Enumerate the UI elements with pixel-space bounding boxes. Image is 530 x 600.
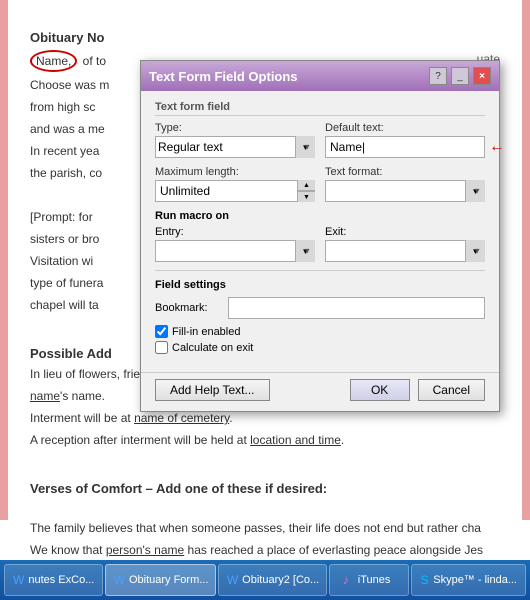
taskbar-itunes-icon: ♪: [338, 572, 354, 588]
dialog-minimize-button[interactable]: _: [451, 67, 469, 85]
taskbar-item-skype[interactable]: S Skype™ - linda...: [411, 564, 526, 596]
max-length-input-wrapper: ▲ ▼: [155, 180, 315, 202]
taskbar-label-skype: Skype™ - linda...: [433, 574, 517, 586]
fill-in-label: Fill-in enabled: [172, 326, 240, 338]
taskbar-label-itunes: iTunes: [358, 574, 391, 586]
max-length-label: Maximum length:: [155, 166, 315, 178]
text-form-field-section: Text form field: [155, 101, 485, 116]
max-length-down-arrow[interactable]: ▼: [297, 191, 315, 202]
type-label: Type:: [155, 122, 315, 134]
maxlen-col: Maximum length: ▲ ▼: [155, 166, 315, 202]
macro-row: Entry: ▼ Exit: ▼: [155, 226, 485, 262]
fill-in-checkbox[interactable]: [155, 325, 168, 338]
doc-location: location and time: [250, 433, 341, 447]
bookmark-input[interactable]: [228, 297, 485, 319]
entry-label: Entry:: [155, 226, 315, 238]
dialog-controls: ? _ ×: [429, 67, 491, 85]
entry-select-wrapper: ▼: [155, 240, 315, 262]
type-col: Type: Regular text ▼: [155, 122, 315, 158]
field-settings-label: Field settings: [155, 279, 485, 291]
entry-select[interactable]: [155, 240, 315, 262]
dialog-close-button[interactable]: ×: [473, 67, 491, 85]
type-select[interactable]: Regular text: [155, 136, 315, 158]
taskbar-word-icon-1: W: [13, 572, 24, 588]
doc-person: We know that person's name has reached a…: [30, 541, 500, 559]
dialog-titlebar: Text Form Field Options ? _ ×: [141, 61, 499, 91]
dialog-footer: Add Help Text... OK Cancel: [141, 372, 499, 411]
taskbar-skype-icon: S: [420, 572, 429, 588]
exit-select[interactable]: [325, 240, 485, 262]
doc-family: The family believes that when someone pa…: [30, 519, 500, 537]
dialog-body: Text form field Type: Regular text ▼ Def…: [141, 91, 499, 372]
maxlen-textformat-row: Maximum length: ▲ ▼ Text format: ▼: [155, 166, 485, 202]
text-format-select-wrapper: ▼: [325, 180, 485, 202]
doc-person-highlight: person's name: [106, 543, 184, 557]
entry-col: Entry: ▼: [155, 226, 315, 262]
text-format-dropdown-arrow[interactable]: ▼: [465, 180, 485, 202]
ok-button[interactable]: OK: [350, 379, 410, 401]
type-select-wrapper: Regular text ▼: [155, 136, 315, 158]
max-length-up-arrow[interactable]: ▲: [297, 180, 315, 191]
text-format-select[interactable]: [325, 180, 485, 202]
dialog-help-button[interactable]: ?: [429, 67, 447, 85]
default-text-col: Default text: ←: [325, 122, 485, 158]
bookmark-row: Bookmark:: [155, 297, 485, 319]
text-format-label: Text format:: [325, 166, 485, 178]
taskbar-label-minutes: nutes ExCo...: [28, 574, 94, 586]
taskbar-label-obit2: Obituary2 [Co...: [242, 574, 319, 586]
taskbar-item-itunes[interactable]: ♪ iTunes: [329, 564, 409, 596]
calculate-label: Calculate on exit: [172, 342, 253, 354]
taskbar-item-minutes[interactable]: W nutes ExCo...: [4, 564, 103, 596]
add-help-text-button[interactable]: Add Help Text...: [155, 379, 270, 401]
default-text-label: Default text:: [325, 122, 485, 134]
doc-cemetery: name of cemetery: [134, 411, 229, 425]
exit-select-wrapper: ▼: [325, 240, 485, 262]
doc-heading-verses: Verses of Comfort – Add one of these if …: [30, 479, 500, 499]
taskbar-label-form: Obituary Form...: [129, 574, 208, 586]
cancel-button[interactable]: Cancel: [418, 379, 485, 401]
exit-dropdown-arrow[interactable]: ▼: [465, 240, 485, 262]
default-text-input[interactable]: [325, 136, 485, 158]
calculate-row: Calculate on exit: [155, 341, 485, 354]
red-arrow-indicator: ←: [489, 138, 505, 156]
exit-col: Exit: ▼: [325, 226, 485, 262]
taskbar: W nutes ExCo... W Obituary Form... W Obi…: [0, 560, 530, 600]
max-length-input[interactable]: [155, 180, 315, 202]
text-form-field-dialog: Text Form Field Options ? _ × Text form …: [140, 60, 500, 412]
type-default-row: Type: Regular text ▼ Default text: ←: [155, 122, 485, 158]
textformat-col: Text format: ▼: [325, 166, 485, 202]
calculate-checkbox[interactable]: [155, 341, 168, 354]
fill-in-row: Fill-in enabled: [155, 325, 485, 338]
taskbar-item-form[interactable]: W Obituary Form...: [105, 564, 216, 596]
doc-heading-obituary: Obituary No: [30, 28, 500, 48]
bookmark-label: Bookmark:: [155, 302, 220, 314]
dialog-title: Text Form Field Options: [149, 69, 298, 84]
run-macro-label: Run macro on: [155, 210, 485, 222]
doc-name-end: 's name.: [60, 389, 105, 403]
field-settings-section: Field settings Bookmark: Fill-in enabled…: [155, 270, 485, 354]
taskbar-item-obituary2[interactable]: W Obituary2 [Co...: [218, 564, 327, 596]
taskbar-word-icon-3: W: [227, 572, 238, 588]
entry-dropdown-arrow[interactable]: ▼: [295, 240, 315, 262]
doc-name-highlight: name: [30, 389, 60, 403]
doc-reception: A reception after interment will be held…: [30, 431, 500, 449]
taskbar-word-icon-2: W: [114, 572, 125, 588]
type-dropdown-arrow[interactable]: ▼: [295, 136, 315, 158]
name-circle: Name,: [30, 50, 77, 72]
exit-label: Exit:: [325, 226, 485, 238]
